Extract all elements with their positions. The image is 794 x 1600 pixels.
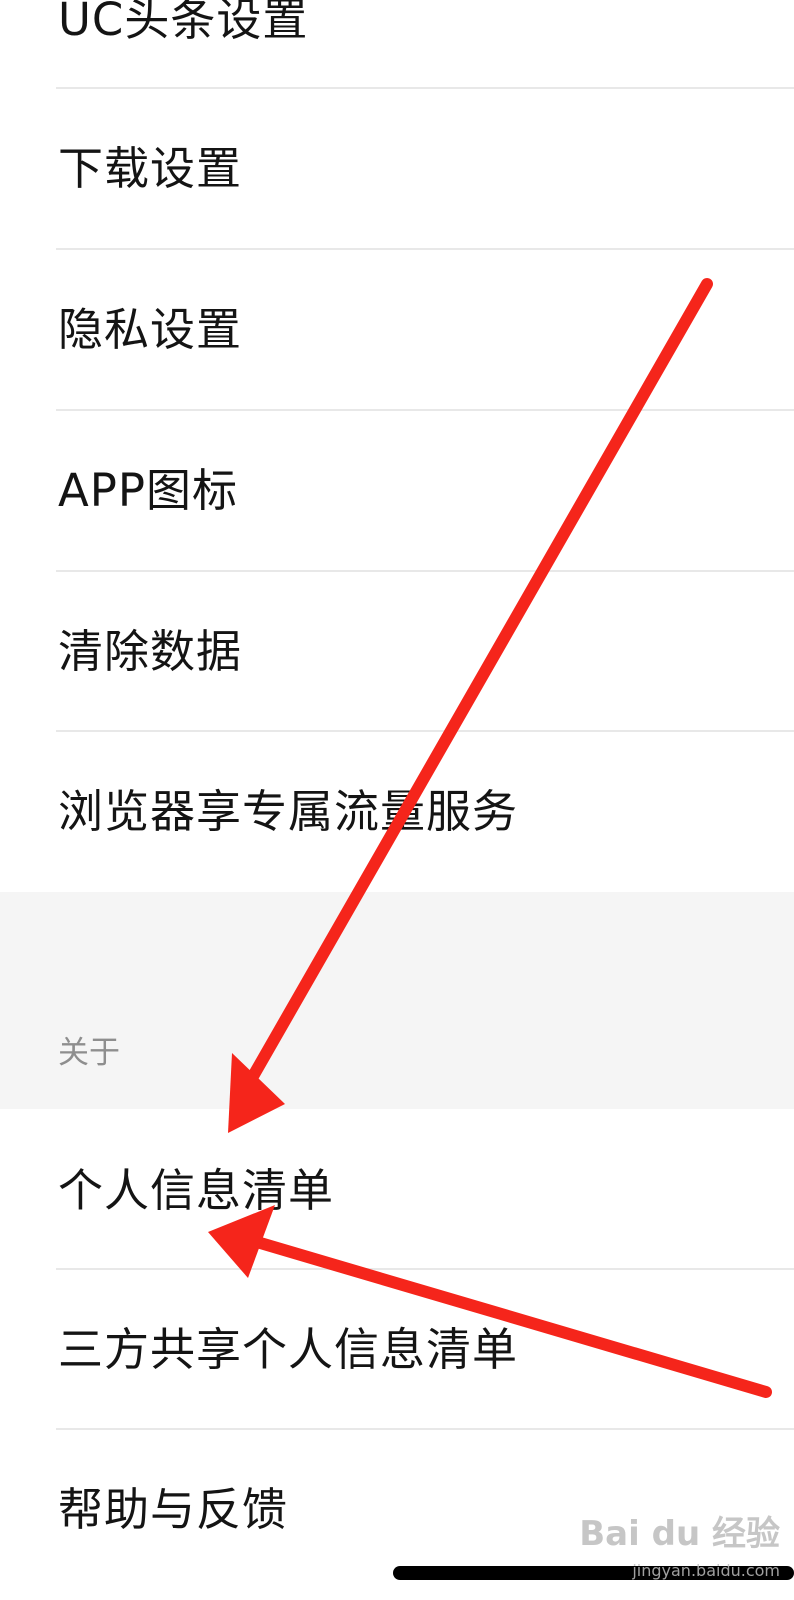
settings-item-app-icon[interactable]: APP图标: [0, 411, 794, 572]
section-header-about: 关于: [0, 892, 794, 1109]
settings-item-uc-headline[interactable]: UC头条设置: [0, 0, 794, 89]
settings-item-label: 隐私设置: [58, 303, 243, 356]
settings-item-label: 帮助与反馈: [58, 1483, 289, 1536]
settings-item-label: 浏览器享专属流量服务: [58, 785, 519, 838]
watermark-brand: Bai du 经验: [579, 1514, 780, 1554]
settings-item-clear-data[interactable]: 清除数据: [0, 572, 794, 732]
settings-item-label: 清除数据: [58, 625, 243, 678]
settings-item-third-party-info-list[interactable]: 三方共享个人信息清单: [0, 1270, 794, 1430]
settings-item-label: 三方共享个人信息清单: [58, 1323, 519, 1376]
settings-item-label: UC头条设置: [58, 0, 309, 46]
settings-item-label: 下载设置: [58, 142, 243, 195]
settings-item-privacy[interactable]: 隐私设置: [0, 250, 794, 411]
watermark-logo: Bai du 经验 jingyan.baidu.com: [579, 1506, 780, 1580]
settings-item-personal-info-list[interactable]: 个人信息清单: [0, 1109, 794, 1270]
settings-item-traffic-service[interactable]: 浏览器享专属流量服务: [0, 732, 794, 892]
settings-item-download[interactable]: 下载设置: [0, 89, 794, 250]
watermark-url: jingyan.baidu.com: [632, 1561, 780, 1580]
settings-item-label: 个人信息清单: [58, 1164, 335, 1217]
settings-list: UC头条设置 下载设置 隐私设置 APP图标 清除数据 浏览器享专属流量服务 关…: [0, 0, 794, 1600]
section-header-label: 关于: [58, 1035, 120, 1071]
settings-item-label: APP图标: [58, 464, 239, 517]
